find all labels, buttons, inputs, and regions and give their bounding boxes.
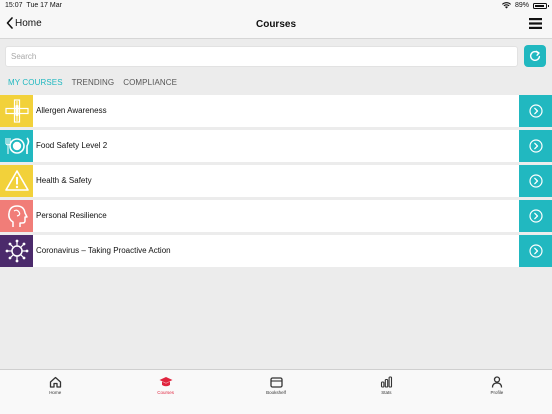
warning-icon xyxy=(0,165,33,197)
chevron-right-circle-icon xyxy=(528,209,543,223)
graduation-cap-icon xyxy=(159,377,173,387)
status-time-date: 15:07 Tue 17 Mar xyxy=(5,2,62,9)
allergen-icon xyxy=(0,95,33,127)
head-profile-icon xyxy=(0,200,33,232)
menu-button[interactable] xyxy=(529,17,542,35)
tab-bar-label: Profile xyxy=(490,390,504,395)
course-row-allergen-awareness[interactable]: Allergen Awareness xyxy=(0,95,552,127)
chevron-right-circle-icon xyxy=(528,104,543,118)
bottom-tab-bar: Home Courses Bookshelf Stats Profile xyxy=(0,369,552,414)
nav-bar: Home Courses xyxy=(0,12,552,39)
open-course-button[interactable] xyxy=(519,200,552,232)
tab-bar-profile[interactable]: Profile xyxy=(442,370,552,414)
tab-bar-courses[interactable]: Courses xyxy=(110,370,220,414)
status-bar: 15:07 Tue 17 Mar 89% xyxy=(0,0,552,12)
tab-compliance[interactable]: COMPLIANCE xyxy=(123,78,177,87)
status-date: Tue 17 Mar xyxy=(26,2,62,9)
course-row-personal-resilience[interactable]: Personal Resilience xyxy=(0,200,552,232)
virus-icon xyxy=(0,235,33,267)
open-course-button[interactable] xyxy=(519,235,552,267)
tab-bar-label: Stats xyxy=(381,390,392,395)
chevron-right-circle-icon xyxy=(528,174,543,188)
refresh-icon xyxy=(529,50,541,61)
profile-icon xyxy=(491,376,502,388)
chevron-right-circle-icon xyxy=(528,139,543,153)
course-title: Food Safety Level 2 xyxy=(36,141,108,150)
course-title: Allergen Awareness xyxy=(36,106,107,115)
page-title: Courses xyxy=(255,19,296,30)
hamburger-menu-icon xyxy=(529,18,542,29)
tab-bar-home[interactable]: Home xyxy=(0,370,110,414)
tab-bar-label: Bookshelf xyxy=(266,390,286,395)
open-course-button[interactable] xyxy=(519,165,552,197)
battery-percent: 89% xyxy=(514,2,529,9)
course-row-health-safety[interactable]: Health & Safety xyxy=(0,165,552,197)
tab-bar-label: Home xyxy=(49,390,62,395)
tab-trending[interactable]: TRENDING xyxy=(72,78,115,87)
open-course-button[interactable] xyxy=(519,130,552,162)
tab-bar-bookshelf[interactable]: Bookshelf xyxy=(221,370,331,414)
course-title: Health & Safety xyxy=(36,176,92,185)
course-filter-tabs: MY COURSES TRENDING COMPLIANCE xyxy=(8,78,177,87)
plate-cutlery-icon xyxy=(0,130,33,162)
course-row-coronavirus[interactable]: Coronavirus – Taking Proactive Action xyxy=(0,235,552,267)
tab-bar-stats[interactable]: Stats xyxy=(331,370,441,414)
open-course-button[interactable] xyxy=(519,95,552,127)
course-title: Personal Resilience xyxy=(36,211,107,220)
stats-icon xyxy=(380,376,392,388)
search-input[interactable] xyxy=(5,46,518,67)
home-icon xyxy=(49,376,61,388)
tab-my-courses[interactable]: MY COURSES xyxy=(8,78,63,87)
status-indicators: 89% xyxy=(501,2,549,9)
course-title: Coronavirus – Taking Proactive Action xyxy=(36,246,171,255)
course-row-food-safety[interactable]: Food Safety Level 2 xyxy=(0,130,552,162)
wifi-icon xyxy=(501,2,511,9)
bookshelf-icon xyxy=(269,377,283,388)
tab-bar-label: Courses xyxy=(157,390,174,395)
chevron-right-circle-icon xyxy=(528,244,543,258)
status-time: 15:07 xyxy=(5,2,23,9)
battery-icon xyxy=(533,2,549,9)
refresh-button[interactable] xyxy=(524,45,546,67)
course-list: Allergen Awareness Food Safety Level 2 H… xyxy=(0,95,552,270)
